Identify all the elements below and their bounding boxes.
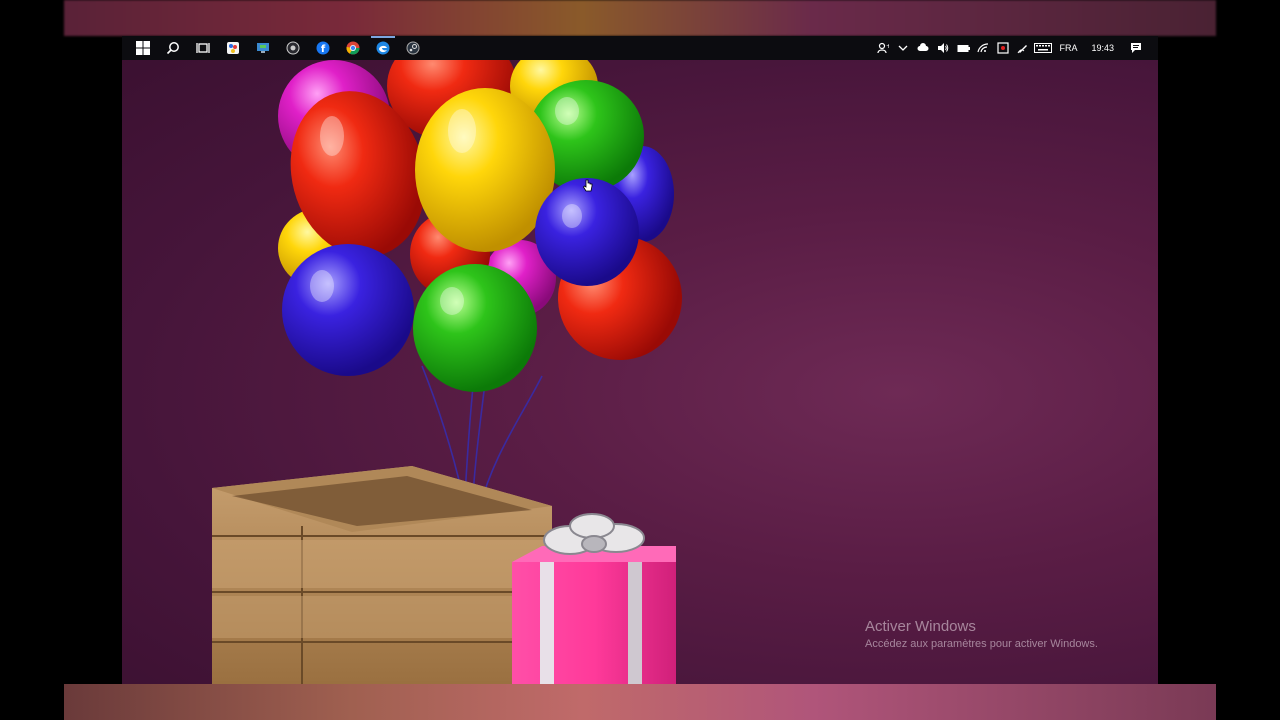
balloon-green-bottom — [413, 264, 537, 392]
taskbar: f + FRA 19:43 — [122, 36, 1158, 60]
balloon-blue-center — [535, 178, 639, 286]
balloon-yellow-center — [415, 88, 555, 252]
steam-icon[interactable] — [398, 36, 428, 60]
clock[interactable]: 19:43 — [1083, 43, 1122, 53]
chevron-up-icon[interactable] — [893, 36, 913, 60]
system-tray: + FRA 19:43 — [873, 36, 1158, 60]
hand-cursor-icon — [582, 179, 593, 192]
wallpaper-balloons-gift — [212, 36, 682, 684]
edge-icon[interactable] — [368, 36, 398, 60]
pen-icon[interactable] — [1013, 36, 1033, 60]
people-icon[interactable]: + — [873, 36, 893, 60]
keyboard-icon[interactable] — [1033, 36, 1053, 60]
chrome-icon[interactable] — [338, 36, 368, 60]
monitor-app-icon[interactable] — [248, 36, 278, 60]
svg-text:+: + — [886, 43, 889, 50]
watermark-subtitle: Accédez aux paramètres pour activer Wind… — [865, 638, 1098, 650]
desktop: f + FRA 19:43 Activer Windows Accédez au… — [122, 36, 1158, 684]
gift-bow — [543, 513, 645, 555]
security-icon[interactable] — [993, 36, 1013, 60]
svg-text:f: f — [321, 44, 326, 55]
wooden-crate — [212, 466, 552, 684]
paint-app-icon[interactable] — [218, 36, 248, 60]
obs-app-icon[interactable] — [278, 36, 308, 60]
windows-start-icon[interactable] — [128, 36, 158, 60]
balloon-blue-left — [282, 244, 414, 376]
activate-windows-watermark: Activer Windows Accédez aux paramètres p… — [865, 618, 1098, 650]
wifi-icon[interactable] — [973, 36, 993, 60]
taskbar-pinned: f — [122, 36, 428, 60]
language-indicator[interactable]: FRA — [1053, 43, 1083, 53]
battery-icon[interactable] — [953, 36, 973, 60]
task-view-icon[interactable] — [188, 36, 218, 60]
volume-icon[interactable] — [933, 36, 953, 60]
search-icon[interactable] — [158, 36, 188, 60]
video-letterbox-bottom — [64, 684, 1216, 720]
watermark-title: Activer Windows — [865, 618, 976, 635]
video-letterbox-top — [64, 0, 1216, 36]
cloud-icon[interactable] — [913, 36, 933, 60]
facebook-icon[interactable]: f — [308, 36, 338, 60]
notification-center-icon[interactable] — [1122, 36, 1150, 60]
